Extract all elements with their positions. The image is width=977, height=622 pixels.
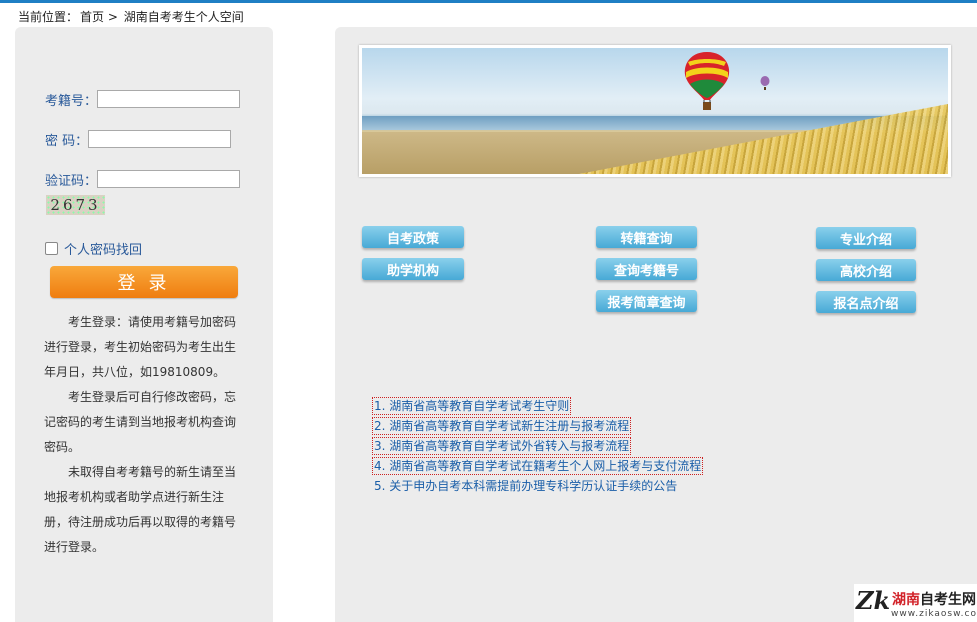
list-item: 5. 关于申办自考本科需提前办理专科学历认证手续的公告 [374, 476, 701, 496]
password-input[interactable] [88, 130, 232, 148]
exam-no-label: 考籍号： [45, 93, 98, 109]
logo-url: www.zikaosw.com [891, 609, 977, 619]
notice-link-3[interactable]: 3. 湖南省高等教育自学考试外省转入与报考流程 [371, 437, 632, 455]
list-item: 4. 湖南省高等教育自学考试在籍考生个人网上报考与支付流程 [371, 456, 704, 476]
login-note-3: 未取得自考考籍号的新生请至当地报考机构或者助学点进行新生注册，待注册成功后再以取… [44, 465, 237, 554]
top-accent-line [0, 0, 977, 3]
password-label: 密 码： [45, 133, 89, 149]
breadcrumb-separator: > [107, 10, 118, 24]
nav-button-majors[interactable]: 专业介绍 [816, 227, 916, 249]
notice-links: 1. 湖南省高等教育自学考试考生守则 2. 湖南省高等教育自学考试新生注册与报考… [371, 396, 704, 496]
site-logo: Zk 湖南自考生网 www.zikaosw.com [854, 584, 977, 622]
nav-button-registration-sites[interactable]: 报名点介绍 [816, 291, 916, 313]
list-item: 3. 湖南省高等教育自学考试外省转入与报考流程 [371, 436, 701, 456]
exam-no-input[interactable] [97, 90, 241, 108]
logo-mark: Zk [856, 586, 891, 615]
password-recovery[interactable]: 个人密码找回 [45, 239, 142, 258]
list-item: 2. 湖南省高等教育自学考试新生注册与报考流程 [371, 416, 701, 436]
notice-link-5[interactable]: 5. 关于申办自考本科需提前办理专科学历认证手续的公告 [374, 479, 677, 493]
captcha-row: 验证码： [45, 169, 241, 189]
password-recovery-checkbox[interactable] [45, 242, 58, 255]
banner-image [359, 45, 951, 177]
nav-button-guide-query[interactable]: 报考简章查询 [596, 290, 697, 312]
nav-button-transfer-query[interactable]: 转籍查询 [596, 226, 697, 248]
nav-button-institutions[interactable]: 助学机构 [362, 258, 464, 280]
login-panel: 考籍号： 密 码： 验证码： 2673 个人密码找回 登 录 考生登录：请使用考… [15, 27, 273, 622]
breadcrumb-prefix: 当前位置： [18, 10, 79, 24]
captcha-image[interactable]: 2673 [46, 195, 105, 215]
notice-link-4[interactable]: 4. 湖南省高等教育自学考试在籍考生个人网上报考与支付流程 [371, 457, 704, 475]
captcha-label: 验证码： [45, 173, 98, 189]
notice-link-2[interactable]: 2. 湖南省高等教育自学考试新生注册与报考流程 [371, 417, 632, 435]
breadcrumb: 当前位置： 首页 > 湖南自考考生个人空间 [18, 8, 246, 25]
logo-name-prefix: 湖南 [892, 592, 920, 608]
logo-name: 湖南自考生网 [892, 589, 976, 609]
password-row: 密 码： [45, 129, 232, 149]
nav-button-universities[interactable]: 高校介绍 [816, 259, 916, 281]
login-note-1: 考生登录：请使用考籍号加密码进行登录，考生初始密码为考生出生年月日，共八位，如1… [44, 315, 237, 379]
hot-air-balloon-icon [684, 52, 730, 110]
login-button[interactable]: 登 录 [50, 266, 238, 298]
login-note-2: 考生登录后可自行修改密码，忘记密码的考生请到当地报考机构查询密码。 [44, 390, 237, 454]
small-balloon-icon [760, 76, 770, 90]
notice-link-1[interactable]: 1. 湖南省高等教育自学考试考生守则 [371, 397, 572, 415]
breadcrumb-current: 湖南自考考生个人空间 [123, 10, 244, 24]
content-panel: 自考政策 助学机构 转籍查询 查询考籍号 报考简章查询 专业介绍 高校介绍 报名… [335, 27, 977, 622]
breadcrumb-home-link[interactable]: 首页 [80, 10, 104, 24]
login-notes: 考生登录：请使用考籍号加密码进行登录，考生初始密码为考生出生年月日，共八位，如1… [44, 310, 244, 560]
logo-name-suffix: 自考生网 [920, 592, 976, 608]
list-item: 1. 湖南省高等教育自学考试考生守则 [371, 396, 701, 416]
exam-no-row: 考籍号： [45, 89, 241, 109]
nav-button-policy[interactable]: 自考政策 [362, 226, 464, 248]
captcha-input[interactable] [97, 170, 241, 188]
password-recovery-label[interactable]: 个人密码找回 [64, 239, 142, 258]
nav-button-exam-no-query[interactable]: 查询考籍号 [596, 258, 697, 280]
